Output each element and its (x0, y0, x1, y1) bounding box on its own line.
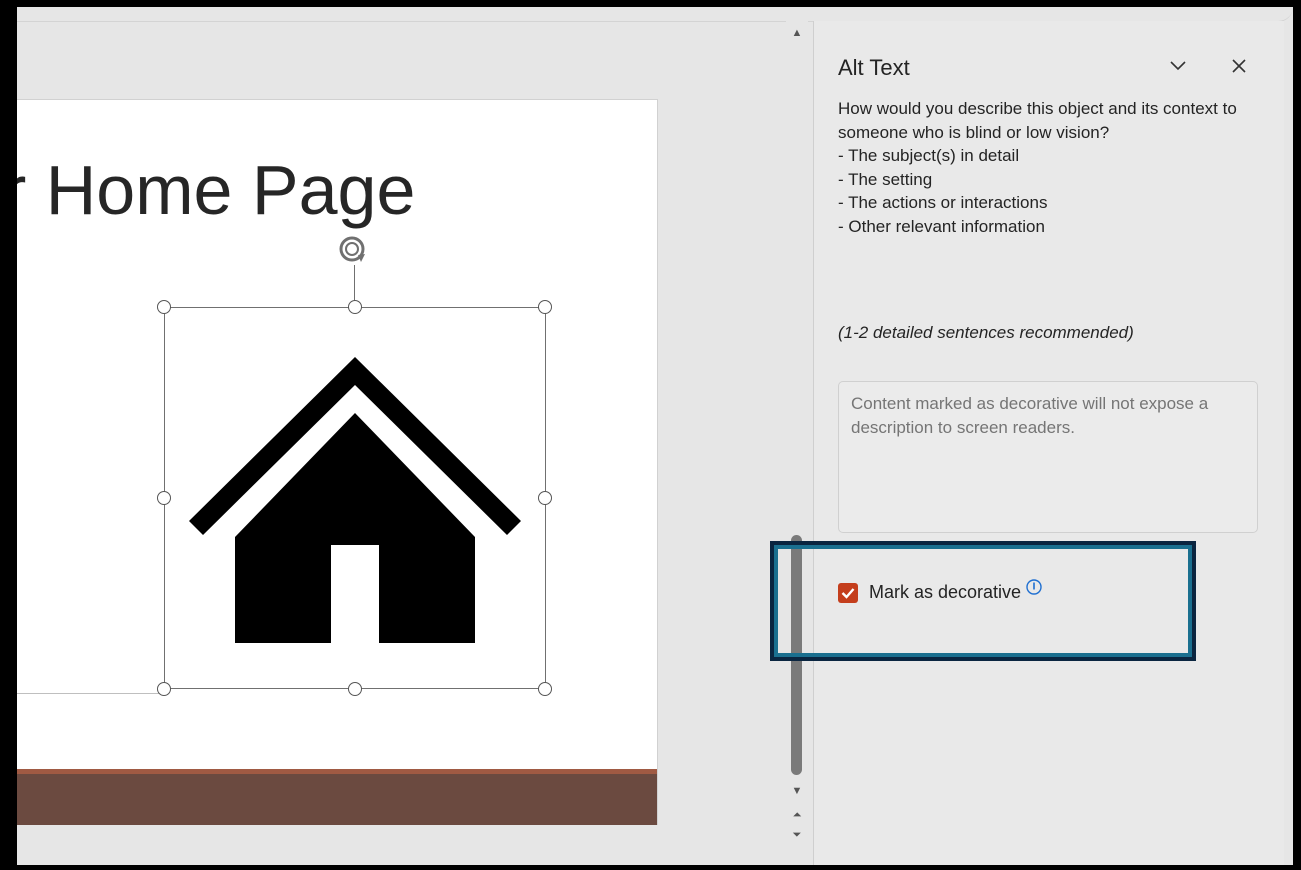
resize-handle-bottom-right[interactable] (538, 682, 552, 696)
next-slide-icon[interactable]: ⏷ (786, 827, 808, 843)
resize-handle-bottom-left[interactable] (157, 682, 171, 696)
guidance-question: How would you describe this object and i… (838, 99, 1237, 142)
resize-handle-top-right[interactable] (538, 300, 552, 314)
guidance-item: - Other relevant information (838, 216, 1045, 236)
resize-handle-top-left[interactable] (157, 300, 171, 314)
scroll-down-icon[interactable]: ▼ (786, 783, 808, 799)
pane-title: Alt Text (838, 55, 910, 80)
resize-handle-right[interactable] (538, 491, 552, 505)
vertical-scrollbar[interactable]: ▲ ▼ ⏶ ⏷ (786, 21, 808, 865)
alt-text-guidance: How would you describe this object and i… (838, 97, 1263, 239)
scroll-up-icon[interactable]: ▲ (786, 25, 808, 41)
slide-title[interactable]: r Home Page (17, 155, 487, 225)
alt-text-pane: Alt Text How would you describe this obj… (814, 21, 1284, 865)
resize-handle-bottom[interactable] (348, 682, 362, 696)
footer-stripe (17, 769, 657, 774)
recommendation-note: (1-2 detailed sentences recommended) (838, 323, 1134, 342)
footer-line (17, 693, 167, 694)
close-icon[interactable] (1224, 51, 1254, 81)
guidance-item: - The actions or interactions (838, 193, 1048, 213)
rotate-handle-icon[interactable] (336, 233, 370, 267)
top-bar-edge (17, 7, 1293, 22)
guidance-item: - The subject(s) in detail (838, 146, 1020, 166)
home-icon[interactable] (189, 357, 521, 643)
chevron-down-icon[interactable] (1163, 51, 1193, 81)
resize-handle-top[interactable] (348, 300, 362, 314)
previous-slide-icon[interactable]: ⏶ (786, 807, 808, 823)
app-window: r Home Page ▲ ▼ ⏶ ⏷ Alt Text How would y… (17, 7, 1293, 865)
annotation-highlight-box (770, 541, 1196, 661)
guidance-item: - The setting (838, 169, 933, 189)
alt-text-input[interactable] (838, 381, 1258, 533)
slide-title-text: r Home Page (17, 151, 416, 229)
resize-handle-left[interactable] (157, 491, 171, 505)
footer-band (17, 769, 657, 825)
